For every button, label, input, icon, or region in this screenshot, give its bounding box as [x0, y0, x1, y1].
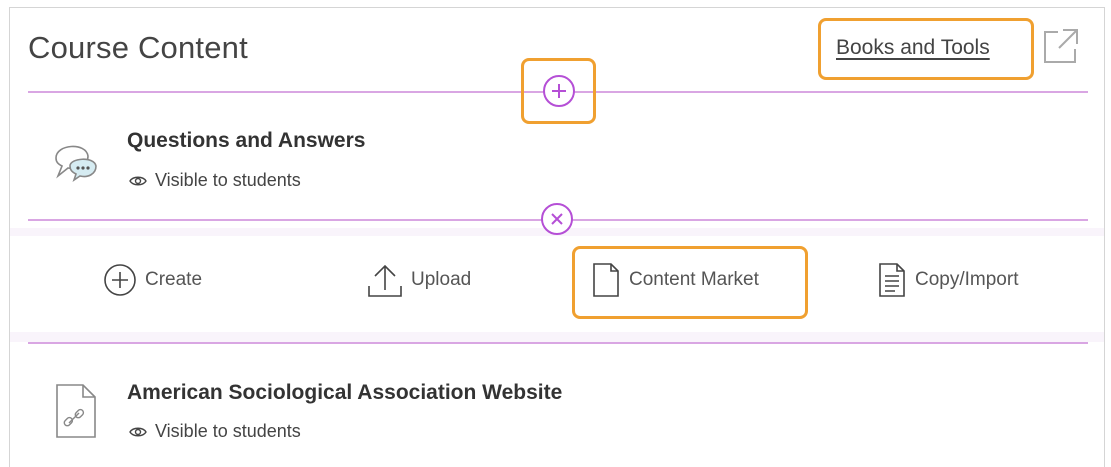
plus-circle-icon [103, 263, 137, 297]
upload-icon [367, 262, 403, 298]
content-market-highlight [572, 246, 808, 319]
copy-import-button[interactable]: Copy/Import [877, 262, 1018, 298]
eye-icon [129, 422, 147, 443]
external-link-icon[interactable] [1041, 26, 1081, 71]
books-link-highlight [818, 18, 1034, 80]
menu-bottom-divider [28, 342, 1088, 344]
add-button-highlight [521, 58, 596, 124]
page-title: Course Content [28, 30, 248, 65]
copy-import-label: Copy/Import [915, 269, 1019, 290]
discussion-icon [50, 136, 106, 191]
visibility-label: Visible to students [155, 421, 301, 441]
copy-document-icon [877, 262, 907, 298]
content-item-title[interactable]: Questions and Answers [127, 129, 365, 153]
visibility-status[interactable]: Visible to students [129, 170, 301, 192]
visibility-status[interactable]: Visible to students [129, 421, 301, 443]
link-document-icon [53, 383, 103, 444]
close-menu-button[interactable] [541, 203, 573, 235]
eye-icon [129, 171, 147, 192]
upload-button[interactable]: Upload [367, 262, 471, 298]
close-icon [551, 213, 563, 225]
content-item-title[interactable]: American Sociological Association Websit… [127, 381, 562, 405]
visibility-label: Visible to students [155, 170, 301, 190]
upload-label: Upload [411, 269, 472, 290]
create-label: Create [145, 269, 203, 290]
create-button[interactable]: Create [103, 263, 202, 297]
